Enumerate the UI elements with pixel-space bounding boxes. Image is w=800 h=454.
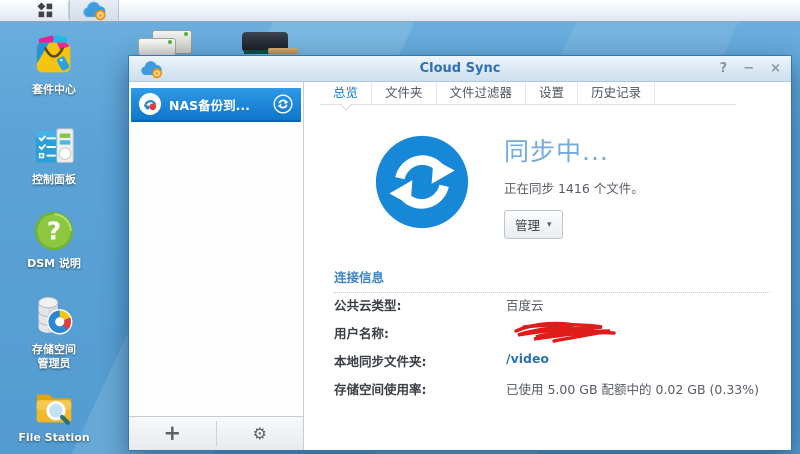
manage-button-label: 管理: [515, 215, 540, 234]
row-value: 百度云: [506, 295, 544, 314]
manage-button[interactable]: 管理 ▾: [504, 210, 563, 239]
row-username: 用户名称:: [334, 323, 770, 342]
window-titlebar[interactable]: Cloud Sync ? − ×: [129, 56, 791, 82]
tab-file-filter[interactable]: 文件过滤器: [437, 82, 527, 104]
row-value: 已使用 5.00 GB 配额中的 0.02 GB (0.33%): [506, 379, 759, 398]
desktop-icon-label: 控制面板: [15, 173, 93, 187]
sync-status-icon[interactable]: [273, 94, 293, 114]
sidebar-item-nas-backup[interactable]: NAS备份到...: [131, 88, 301, 122]
window-title: Cloud Sync: [129, 61, 791, 76]
status-detail: 正在同步 1416 个文件。: [504, 178, 644, 197]
main-panel: 总览 文件夹 文件过滤器 设置 历史记录 同步中...: [304, 82, 791, 450]
storage-manager-icon: [31, 294, 77, 340]
apps-grid-icon: [37, 2, 54, 19]
desktop-icon-label: File Station: [15, 431, 93, 445]
settings-gear-icon[interactable]: ⚙: [217, 417, 304, 450]
tab-history[interactable]: 历史记录: [578, 82, 655, 104]
minimize-button[interactable]: −: [743, 62, 754, 75]
dsm-help-icon: ?: [31, 208, 77, 254]
desktop-icon-label: 存储空间管理员: [27, 343, 81, 372]
row-cloud-type: 公共云类型: 百度云: [334, 295, 770, 314]
baidu-cloud-icon: [139, 93, 161, 115]
add-connection-button[interactable]: +: [129, 417, 216, 450]
notification-badge: [96, 10, 106, 20]
row-label: 用户名称:: [334, 323, 506, 342]
cloud-sync-window: Cloud Sync ? − × NAS备份到..: [128, 55, 792, 451]
connection-info-heading: 连接信息: [334, 267, 770, 293]
help-button[interactable]: ?: [720, 62, 728, 75]
status-title: 同步中...: [504, 132, 644, 168]
tab-settings[interactable]: 设置: [526, 82, 578, 104]
close-button[interactable]: ×: [770, 62, 781, 75]
connection-info-rows: 公共云类型: 百度云 用户名称:: [334, 295, 770, 407]
svg-text:?: ?: [47, 217, 61, 246]
row-label: 本地同步文件夹:: [334, 351, 506, 370]
sidebar-item-label: NAS备份到...: [169, 95, 250, 114]
desktop-icon-control-panel[interactable]: 控制面板: [15, 124, 93, 187]
desktop-icon-label: DSM 说明: [15, 257, 93, 271]
connections-sidebar: NAS备份到... +: [129, 82, 304, 450]
row-quota-usage: 存储空间使用率: 已使用 5.00 GB 配额中的 0.02 GB (0.33%…: [334, 379, 770, 398]
desktop-icon-dsm-help[interactable]: ? DSM 说明: [15, 208, 93, 271]
local-folder-link[interactable]: /video: [506, 351, 549, 366]
tab-overview[interactable]: 总览: [320, 82, 372, 104]
desktop: 套件中心 控制面板: [0, 0, 800, 454]
sidebar-footer: + ⚙: [129, 416, 303, 450]
row-local-folder: 本地同步文件夹: /video: [334, 351, 770, 370]
package-center-icon: [31, 34, 77, 80]
sync-status-block: 同步中... 正在同步 1416 个文件。 管理 ▾: [504, 132, 644, 239]
cloud-sync-taskbar-button[interactable]: [69, 0, 119, 21]
tab-folders[interactable]: 文件夹: [372, 82, 437, 104]
taskbar: [0, 0, 800, 22]
control-panel-icon: [31, 124, 77, 170]
nas-device-icon: [138, 30, 192, 56]
tab-bar: 总览 文件夹 文件过滤器 设置 历史记录: [320, 82, 736, 105]
desktop-icon-storage-manager[interactable]: 存储空间管理员: [15, 294, 93, 372]
router-device-icon: [238, 32, 298, 56]
file-station-icon: [31, 382, 77, 428]
dropdown-caret-icon: ▾: [547, 220, 552, 230]
desktop-icon-file-station[interactable]: File Station: [15, 382, 93, 445]
sync-in-progress-icon: [374, 134, 470, 230]
row-label: 存储空间使用率:: [334, 379, 506, 398]
row-label: 公共云类型:: [334, 295, 506, 314]
desktop-icon-label: 套件中心: [15, 83, 93, 97]
row-value: [506, 323, 628, 339]
main-menu-button[interactable]: [22, 0, 68, 21]
cloud-sync-icon: [81, 0, 107, 21]
redacted-scribble: [506, 319, 628, 345]
desktop-icon-package-center[interactable]: 套件中心: [15, 34, 93, 97]
